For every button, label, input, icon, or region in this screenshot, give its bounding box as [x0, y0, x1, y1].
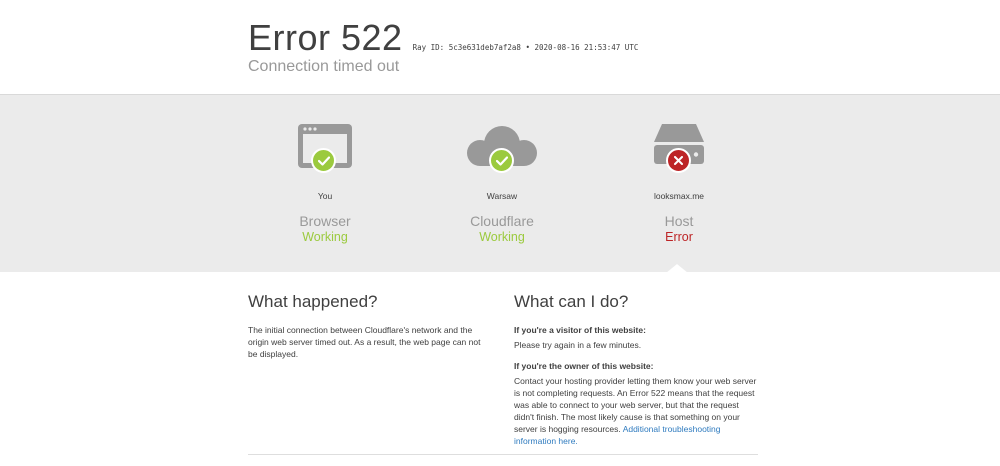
x-icon	[666, 148, 691, 173]
section-body: The initial connection between Cloudflar…	[248, 325, 481, 359]
owner-lead: If you're the owner of this website:	[514, 361, 654, 371]
node-place-label: looksmax.me	[653, 191, 705, 201]
title-row: Error 522 Ray ID: 5c3e631deb7af2a8 • 202…	[248, 18, 638, 58]
node-kind-label: Cloudflare	[470, 213, 534, 229]
node-kind-label: Browser	[299, 213, 351, 229]
node-place-label: You	[317, 191, 333, 201]
error-subtitle: Connection timed out	[248, 58, 400, 75]
node-status: Working	[302, 230, 348, 244]
visitor-lead: If you're a visitor of this website:	[514, 325, 646, 335]
node-kind-label: Host	[664, 213, 694, 229]
node-place-label: Warsaw	[486, 191, 518, 201]
node-status: Working	[479, 230, 525, 244]
section-heading: What happened?	[248, 292, 378, 311]
node-cloudflare: Warsaw Cloudflare Working	[432, 124, 572, 246]
node-host: looksmax.me Host Error	[609, 124, 749, 246]
page-header: Error 522 Ray ID: 5c3e631deb7af2a8 • 202…	[0, 0, 1000, 94]
what-happened-section: What happened? The initial connection be…	[248, 292, 492, 360]
ray-id-info: Ray ID: 5c3e631deb7af2a8 • 2020-08-16 21…	[412, 43, 639, 52]
check-icon	[489, 148, 514, 173]
footer-divider	[248, 454, 758, 455]
error-title: Error 522	[248, 17, 403, 58]
node-browser: You Browser Working	[255, 124, 395, 246]
visitor-body: Please try again in a few minutes.	[514, 340, 642, 350]
owner-body-paragraph: Contact your hosting provider letting th…	[514, 375, 758, 447]
check-icon	[311, 148, 336, 173]
what-can-i-do-section: What can I do? If you're a visitor of th…	[514, 292, 758, 447]
host-pointer-arrow	[666, 264, 688, 273]
section-heading: What can I do?	[514, 292, 629, 311]
node-status: Error	[665, 230, 693, 244]
